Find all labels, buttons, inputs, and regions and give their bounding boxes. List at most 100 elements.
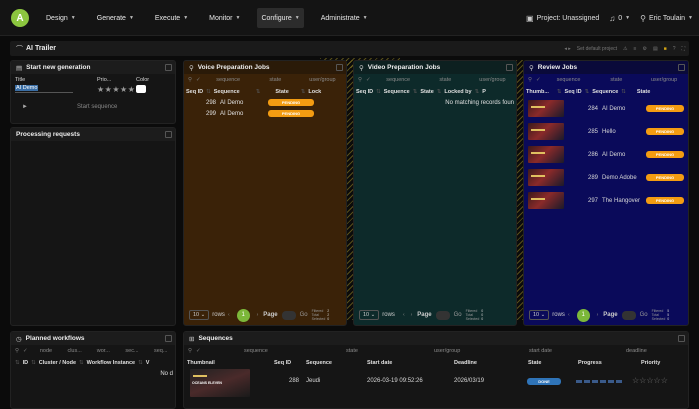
filter-state[interactable]: state xyxy=(346,348,358,354)
filter-sec[interactable]: sec... xyxy=(118,348,147,354)
prev-page-icon[interactable]: ‹ xyxy=(568,312,570,318)
maximize-icon[interactable] xyxy=(678,64,685,71)
lock-icon[interactable]: ■ xyxy=(664,46,667,52)
maximize-icon[interactable] xyxy=(678,335,685,342)
col-seq-id[interactable]: Seq ID xyxy=(565,89,582,95)
filter-user-group[interactable]: user/group xyxy=(640,77,688,83)
col-cluster-node[interactable]: Cluster / Node xyxy=(39,360,76,366)
menu-design[interactable]: Design ▼ xyxy=(42,8,80,28)
filter-seq[interactable]: seq... xyxy=(146,348,175,354)
table-row[interactable]: 297 The Hangover PENDING xyxy=(524,189,688,212)
table-row[interactable]: OCEANS ELEVEN 288 Jeudi 2026-03-19 09:52… xyxy=(184,368,688,398)
filter-start-date[interactable]: start date xyxy=(529,348,552,354)
page-input[interactable] xyxy=(281,310,296,320)
col-p[interactable]: P xyxy=(482,89,486,95)
page-input[interactable] xyxy=(621,310,636,320)
col-seq-id[interactable]: Seq ID xyxy=(274,360,291,366)
check-icon[interactable]: ✓ xyxy=(196,348,201,354)
thumbnail-image[interactable] xyxy=(528,123,564,140)
rows-per-page-select[interactable]: 10 ⌄ xyxy=(189,310,210,320)
search-icon[interactable]: ⚲ xyxy=(15,348,19,354)
arrows-icon[interactable]: ◂ ▸ xyxy=(564,46,570,52)
menu-administrate[interactable]: Administrate ▼ xyxy=(317,8,372,28)
table-row[interactable]: 284 AI Demo PENDING xyxy=(524,97,688,120)
prev-page-icon[interactable]: ‹ xyxy=(403,312,405,318)
filter-user-group[interactable]: user/group xyxy=(299,77,346,83)
col-state[interactable]: State xyxy=(637,89,650,95)
thumbnail-image[interactable] xyxy=(528,169,564,186)
app-logo[interactable]: A xyxy=(11,9,29,27)
col-priority[interactable]: Priority xyxy=(641,360,660,366)
col-sequence[interactable]: Sequence xyxy=(592,89,618,95)
gear-icon[interactable]: ⚙ xyxy=(642,46,646,52)
thumbnail-image[interactable] xyxy=(528,100,564,117)
col-id[interactable]: ID xyxy=(23,360,29,366)
fullscreen-icon[interactable]: ⛶ xyxy=(681,46,685,52)
current-page[interactable]: 1 xyxy=(576,308,590,322)
col-thumbnail[interactable]: Thumbnail xyxy=(187,360,215,366)
col-v[interactable]: V xyxy=(146,360,150,366)
next-page-icon[interactable]: › xyxy=(597,312,599,318)
start-sequence-button[interactable]: Start sequence xyxy=(77,104,117,110)
thumbnail-image[interactable] xyxy=(528,192,564,209)
filter-state[interactable]: state xyxy=(592,77,640,83)
default-project-link[interactable]: Set default project xyxy=(577,46,617,52)
next-page-icon[interactable]: › xyxy=(411,312,413,318)
check-icon[interactable]: ✓ xyxy=(23,348,28,354)
go-button[interactable]: Go xyxy=(640,312,648,318)
priority-stars[interactable]: ☆☆☆☆☆ xyxy=(632,376,668,385)
filter-state[interactable]: state xyxy=(252,77,299,83)
filter-workflow[interactable]: wor... xyxy=(89,348,118,354)
col-state[interactable]: State xyxy=(275,89,288,95)
filter-sequence[interactable]: sequence xyxy=(205,77,252,83)
check-icon[interactable]: ✓ xyxy=(536,77,541,83)
filter-deadline[interactable]: deadline xyxy=(626,348,647,354)
menu-monitor[interactable]: Monitor ▼ xyxy=(205,8,244,28)
rows-per-page-select[interactable]: 10 ⌄ xyxy=(529,310,550,320)
search-icon[interactable]: ⚲ xyxy=(528,77,532,83)
filter-node[interactable]: node xyxy=(32,348,61,354)
go-button[interactable]: Go xyxy=(454,312,462,318)
maximize-icon[interactable] xyxy=(336,64,343,71)
col-state[interactable]: State xyxy=(420,89,433,95)
filter-sequence[interactable]: sequence xyxy=(545,77,593,83)
col-lock[interactable]: Lock xyxy=(308,89,321,95)
filter-user-group[interactable]: user/group xyxy=(434,348,460,354)
priority-stars[interactable]: ★★★★★ xyxy=(97,85,135,94)
title-input[interactable]: AI Demo xyxy=(15,85,73,93)
col-state[interactable]: State xyxy=(528,360,541,366)
rows-per-page-select[interactable]: 10 ⌄ xyxy=(359,310,380,320)
check-icon[interactable]: ✓ xyxy=(366,77,371,83)
col-locked-by[interactable]: Locked by xyxy=(444,89,471,95)
help-icon[interactable]: ? xyxy=(673,46,676,52)
user-menu[interactable]: ⚲ Eric Toulain ▼ xyxy=(640,14,693,23)
col-progress[interactable]: Progress xyxy=(578,360,602,366)
table-row[interactable]: 299 AI Demo PENDING xyxy=(184,108,346,119)
maximize-icon[interactable] xyxy=(506,64,513,71)
menu-configure[interactable]: Configure ▼ xyxy=(257,8,304,28)
search-icon[interactable]: ⚲ xyxy=(188,77,192,83)
maximize-icon[interactable] xyxy=(165,131,172,138)
col-sequence[interactable]: Sequence xyxy=(384,89,410,95)
menu-execute[interactable]: Execute ▼ xyxy=(151,8,192,28)
filter-sequence[interactable]: sequence xyxy=(375,77,422,83)
table-row[interactable]: 298 AI Demo PENDING xyxy=(184,97,346,108)
table-row[interactable]: 289 Demo Adobe PENDING xyxy=(524,166,688,189)
filter-state[interactable]: state xyxy=(422,77,469,83)
prev-page-icon[interactable]: ‹ xyxy=(228,312,230,318)
project-selector[interactable]: ▣ Project: Unassigned xyxy=(526,14,599,23)
save-icon[interactable]: ▤ xyxy=(653,46,658,52)
col-thumbnail[interactable]: Thumb... xyxy=(526,89,549,95)
notifications-button[interactable]: ♫ 0 ▼ xyxy=(609,14,630,23)
search-icon[interactable]: ⚲ xyxy=(188,348,192,354)
thumbnail-image[interactable]: OCEANS ELEVEN xyxy=(190,369,250,397)
search-icon[interactable]: ⚲ xyxy=(358,77,362,83)
warning-icon[interactable]: ⚠ xyxy=(623,46,627,52)
maximize-icon[interactable] xyxy=(165,64,172,71)
col-workflow-instance[interactable]: Workflow Instance xyxy=(87,360,136,366)
thumbnail-image[interactable] xyxy=(528,146,564,163)
filter-sequence[interactable]: sequence xyxy=(244,348,268,354)
page-input[interactable] xyxy=(435,310,450,320)
menu-generate[interactable]: Generate ▼ xyxy=(93,8,138,28)
col-sequence[interactable]: Sequence xyxy=(214,89,240,95)
